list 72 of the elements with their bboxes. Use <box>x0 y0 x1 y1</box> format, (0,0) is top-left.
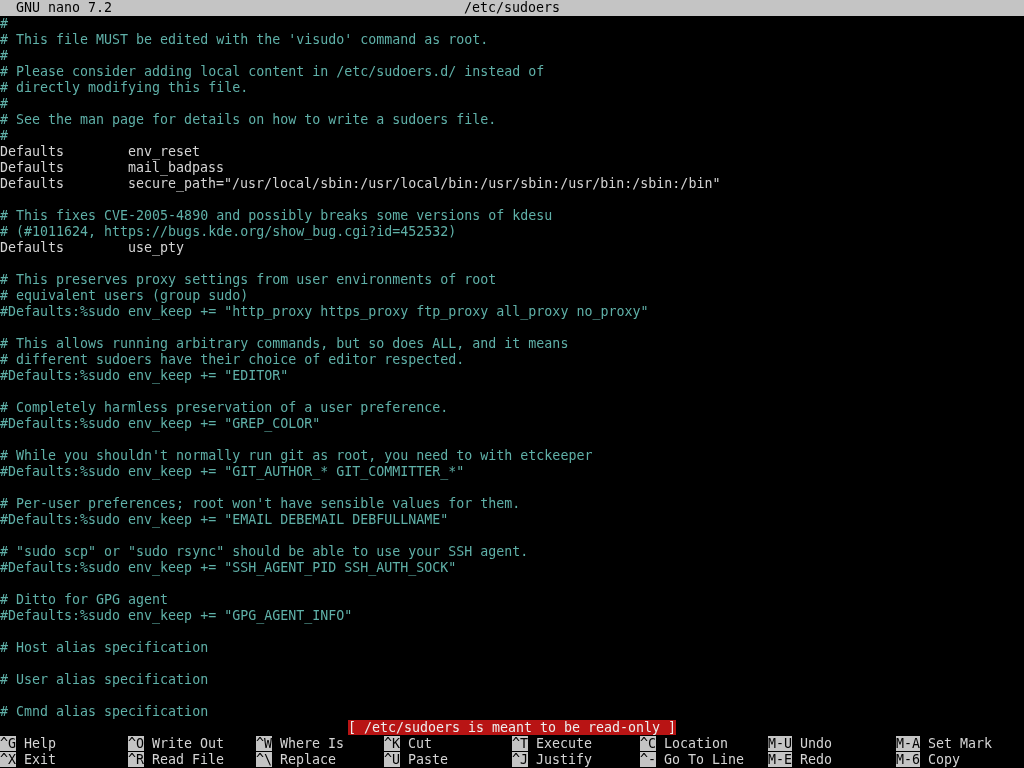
comment-line: #Defaults:%sudo env_keep += "GPG_AGENT_INFO" <box>0 608 353 623</box>
comment-line: # <box>0 16 8 31</box>
app-version: GNU nano 7.2 <box>15 0 113 15</box>
setting-value: env_reset <box>128 144 201 159</box>
shortcut-key: ^O <box>128 736 144 751</box>
shortcut-label: Paste <box>408 752 449 767</box>
comment-line: # This preserves proxy settings from user environments of root <box>0 272 497 287</box>
comment-line: # Cmnd alias specification <box>0 704 209 719</box>
comment-line: # While you shouldn't normally run git as root, you need to with etckeeper <box>0 448 593 463</box>
comment-line: #Defaults:%sudo env_keep += "EMAIL DEBEMAIL DEBFULLNAME" <box>0 512 449 527</box>
comment-line: #Defaults:%sudo env_keep += "GIT_AUTHOR_* GIT_COMMITTER_*" <box>0 464 465 479</box>
setting-keyword: Defaults <box>0 176 66 192</box>
shortcut-label: Undo <box>800 736 833 751</box>
comment-line: # "sudo scp" or "sudo rsync" should be able to use your SSH agent. <box>0 544 529 559</box>
shortcut-key: ^U <box>384 752 400 767</box>
comment-line: # equivalent users (group sudo) <box>0 288 249 303</box>
shortcut-label: Copy <box>928 752 961 767</box>
shortcut-key: M-6 <box>896 752 921 767</box>
comment-line: # <box>0 96 8 111</box>
comment-line: # See the man page for details on how to write a sudoers file. <box>0 112 497 127</box>
setting-keyword: Defaults <box>0 160 66 176</box>
shortcut-key: M-U <box>768 736 793 751</box>
shortcut-label: Execute <box>536 736 593 751</box>
setting-keyword: Defaults <box>0 240 66 256</box>
shortcut-key: ^J <box>512 752 528 767</box>
shortcut-key: M-A <box>896 736 921 751</box>
shortcut-label: Go To Line <box>664 752 745 767</box>
setting-value: mail_badpass <box>128 160 225 175</box>
shortcut-label: Set Mark <box>928 736 993 751</box>
file-name: /etc/sudoers <box>463 0 561 15</box>
shortcut-label: Help <box>24 736 57 751</box>
setting-value: use_pty <box>128 240 185 255</box>
comment-line: #Defaults:%sudo env_keep += "EDITOR" <box>0 368 289 383</box>
shortcut-key: ^T <box>512 736 528 751</box>
comment-line: # <box>0 128 8 143</box>
shortcut-label: Write Out <box>152 736 225 751</box>
comment-line: # This fixes CVE-2005-4890 and possibly breaks some versions of kdesu <box>0 208 553 223</box>
shortcut-label: Exit <box>24 752 57 767</box>
comment-line: # User alias specification <box>0 672 209 687</box>
shortcut-key: ^R <box>128 752 144 767</box>
shortcut-key: ^X <box>0 752 16 767</box>
comment-line: # Ditto for GPG agent <box>0 592 169 607</box>
shortcut-label: Location <box>664 736 729 751</box>
comment-line: # <box>0 48 8 63</box>
shortcut-key: M-E <box>768 752 793 767</box>
setting-keyword: Defaults <box>0 144 66 160</box>
comment-line: # directly modifying this file. <box>0 80 249 95</box>
comment-line: #Defaults:%sudo env_keep += "SSH_AGENT_PID SSH_AUTH_SOCK" <box>0 560 457 575</box>
shortcut-key: ^C <box>640 736 656 751</box>
comment-line: # Completely harmless preservation of a user preference. <box>0 400 449 415</box>
comment-line: # Per-user preferences; root won't have sensible values for them. <box>0 496 521 511</box>
shortcut-key: ^W <box>256 736 272 751</box>
shortcut-label: Read File <box>152 752 225 767</box>
shortcut-label: Cut <box>408 736 433 751</box>
setting-value: secure_path="/usr/local/sbin:/usr/local/bin:/usr/sbin:/usr/bin:/sbin:/bin" <box>128 176 721 191</box>
comment-line: #Defaults:%sudo env_keep += "http_proxy https_proxy ftp_proxy all_proxy no_proxy" <box>0 304 649 319</box>
comment-line: # This allows running arbitrary commands, but so does ALL, and it means <box>0 336 569 351</box>
shortcut-label: Replace <box>280 752 337 767</box>
comment-line: #Defaults:%sudo env_keep += "GREP_COLOR" <box>0 416 321 431</box>
shortcut-label: Redo <box>800 752 833 767</box>
status-message: [ /etc/sudoers is meant to be read-only ] <box>347 720 677 735</box>
shortcut-label: Justify <box>536 752 593 767</box>
shortcut-key: ^- <box>640 752 656 767</box>
comment-line: # Please consider adding local content in /etc/sudoers.d/ instead of <box>0 64 545 79</box>
shortcut-key: ^K <box>384 736 400 751</box>
comment-line: # Host alias specification <box>0 640 209 655</box>
shortcut-label: Where Is <box>280 736 345 751</box>
comment-line: # (#1011624, https://bugs.kde.org/show_bug.cgi?id=452532) <box>0 224 457 239</box>
comment-line: # This file MUST be edited with the 'visudo' command as root. <box>0 32 489 47</box>
comment-line: # different sudoers have their choice of editor respected. <box>0 352 465 367</box>
shortcut-key: ^G <box>0 736 16 751</box>
shortcut-key: ^\ <box>256 752 272 767</box>
